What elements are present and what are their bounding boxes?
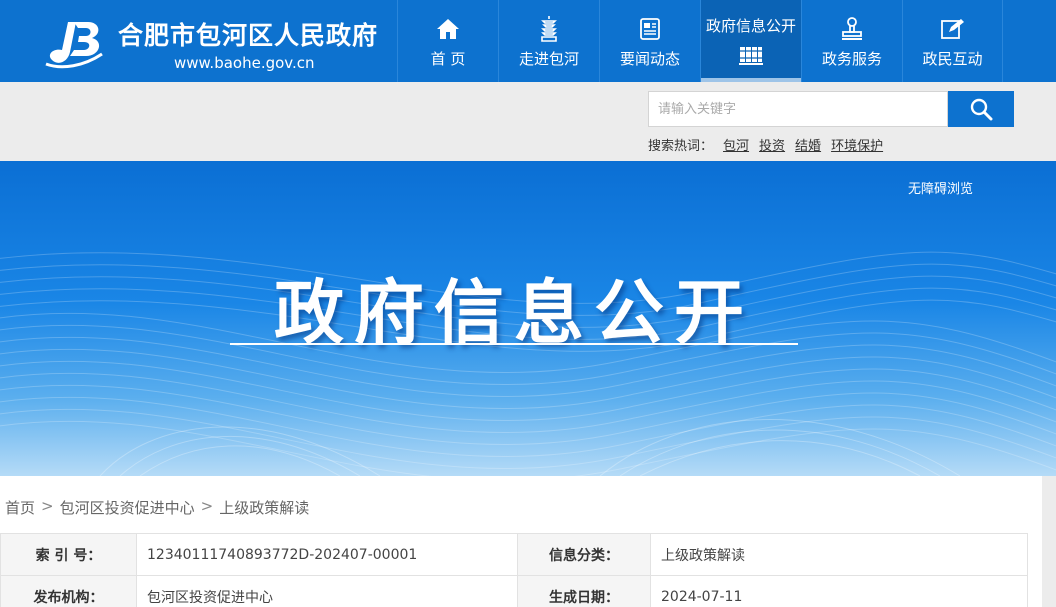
home-icon: [398, 16, 498, 42]
nav-label: 政民互动: [922, 50, 983, 68]
stamp-icon: [802, 16, 902, 42]
accessibility-link[interactable]: 无障碍浏览: [908, 178, 973, 197]
breadcrumb-home[interactable]: 首页: [5, 497, 35, 518]
site-url: www.baohe.gov.cn: [174, 54, 315, 72]
index-value: 12340111740893772D-202407-00001: [136, 533, 518, 576]
date-value: 2024-07-11: [650, 575, 1028, 607]
hot-word-link[interactable]: 包河: [723, 135, 749, 154]
books-icon: [701, 42, 801, 68]
banner-divider: [230, 343, 798, 345]
breadcrumb-separator: >: [41, 497, 54, 515]
category-value: 上级政策解读: [650, 533, 1028, 576]
hot-words-label: 搜索热词：: [648, 139, 714, 154]
breadcrumb-separator: >: [200, 497, 214, 515]
site-header: 合肥市包河区人民政府 www.baohe.gov.cn 首 页 走进包河 要闻动…: [0, 0, 1056, 82]
nav-item-services[interactable]: 政务服务: [801, 0, 902, 82]
nav-item-about[interactable]: 走进包河: [498, 0, 599, 82]
breadcrumb: 首页 > 包河区投资促进中心 > 上级政策解读: [5, 497, 309, 518]
site-name[interactable]: 合肥市包河区人民政府: [118, 16, 378, 52]
page-banner: 无障碍浏览 政府信息公开: [0, 161, 1056, 476]
category-label: 信息分类：: [517, 533, 651, 576]
edit-icon: [903, 16, 1002, 42]
baohe-logo-icon[interactable]: [44, 14, 106, 70]
nav-label: 要闻动态: [619, 50, 680, 68]
hot-word-link[interactable]: 环境保护: [831, 135, 883, 154]
hot-words: 搜索热词： 包河 投资 结婚 环境保护: [648, 135, 883, 154]
publisher-label: 发布机构：: [0, 575, 137, 607]
search-icon: [970, 98, 993, 121]
search-button[interactable]: [948, 91, 1014, 127]
breadcrumb-department[interactable]: 包河区投资促进中心: [60, 497, 195, 518]
nav-label: 政务服务: [821, 50, 882, 68]
nav-item-interaction[interactable]: 政民互动: [902, 0, 1003, 82]
table-row: 发布机构： 包河区投资促进中心 生成日期： 2024-07-11: [0, 575, 1028, 607]
search-input[interactable]: [648, 91, 948, 127]
newspaper-icon: [600, 16, 700, 42]
hot-word-link[interactable]: 结婚: [795, 135, 821, 154]
breadcrumb-current[interactable]: 上级政策解读: [219, 497, 309, 518]
nav-item-home[interactable]: 首 页: [397, 0, 498, 82]
nav-label: 政府信息公开: [705, 17, 796, 35]
search-band: 搜索热词： 包河 投资 结婚 环境保护: [0, 82, 1056, 161]
nav-item-gov-info[interactable]: 政府信息公开: [700, 0, 801, 82]
nav-label: 首 页: [430, 50, 466, 68]
hot-word-link[interactable]: 投资: [759, 135, 785, 154]
page-side-strip: [1042, 476, 1056, 607]
publisher-value: 包河区投资促进中心: [136, 575, 518, 607]
table-row: 索 引 号： 12340111740893772D-202407-00001 信…: [0, 533, 1028, 576]
pagoda-icon: [499, 16, 599, 42]
main-nav: 首 页 走进包河 要闻动态 政府信息公开 政务服务 政民互动: [397, 0, 1003, 82]
date-label: 生成日期：: [517, 575, 651, 607]
info-table: 索 引 号： 12340111740893772D-202407-00001 信…: [0, 533, 1028, 607]
nav-item-news[interactable]: 要闻动态: [599, 0, 700, 82]
nav-label: 走进包河: [518, 50, 579, 68]
index-label: 索 引 号：: [0, 533, 137, 576]
